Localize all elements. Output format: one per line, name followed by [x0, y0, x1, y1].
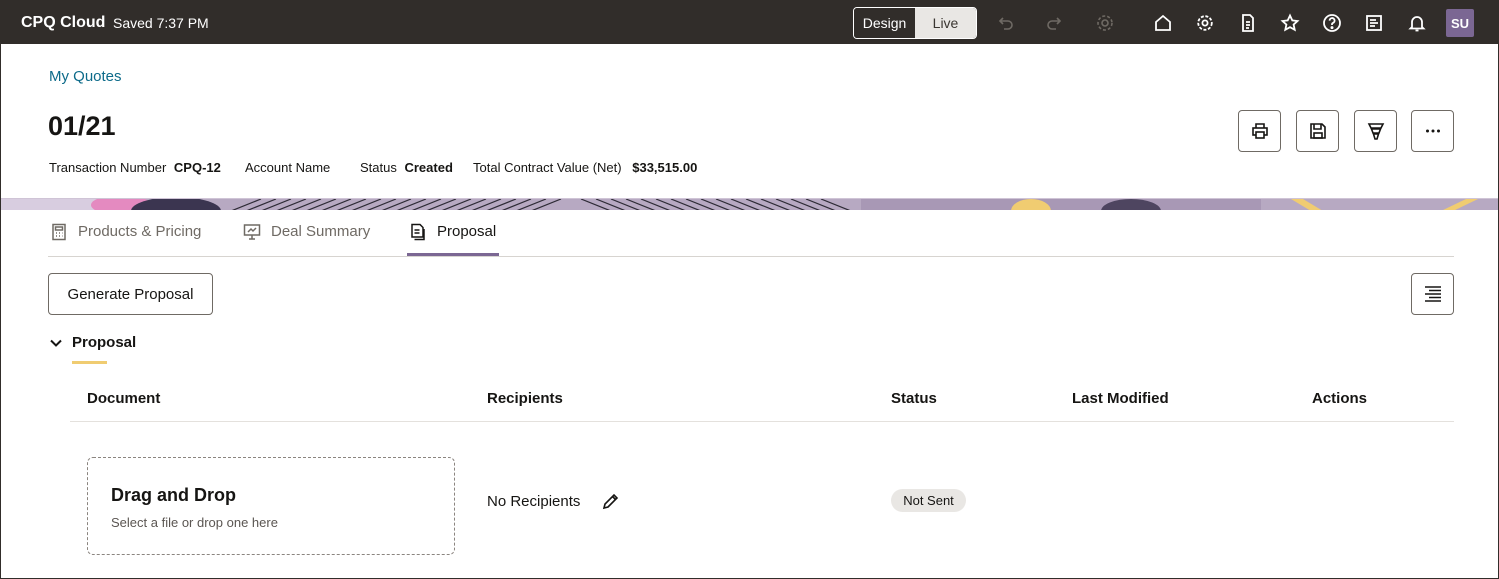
align-button[interactable] [1411, 273, 1454, 315]
total-value-value: $33,515.00 [632, 160, 698, 175]
status-label: Status [360, 160, 397, 175]
report-icon[interactable] [1363, 12, 1385, 34]
settings-disabled-icon[interactable] [1094, 12, 1116, 34]
home-icon[interactable] [1152, 12, 1174, 34]
more-icon [1425, 129, 1440, 133]
account-name-label: Account Name [245, 160, 331, 175]
total-value-label: Total Contract Value (Net) [473, 160, 622, 175]
transaction-number-label: Transaction Number [49, 160, 167, 175]
avatar[interactable]: SU [1446, 9, 1474, 37]
edit-recipients-icon[interactable] [600, 490, 622, 512]
file-dropzone[interactable]: Drag and Drop Select a file or drop one … [87, 457, 455, 555]
redo-icon[interactable] [1044, 12, 1066, 34]
column-header-document: Document [87, 390, 161, 407]
print-button[interactable] [1238, 110, 1281, 152]
table-header-divider [70, 421, 1454, 422]
column-header-status: Status [891, 390, 937, 407]
document-icon[interactable] [1237, 12, 1259, 34]
presentation-icon [243, 224, 261, 240]
funnel-button[interactable] [1354, 110, 1397, 152]
bell-icon[interactable] [1406, 12, 1428, 34]
active-tab-indicator [407, 253, 499, 256]
tab-proposal[interactable]: Proposal [409, 220, 496, 256]
transaction-number: Transaction Number CPQ-12 [49, 160, 221, 175]
saved-status: Saved 7:37 PM [113, 15, 209, 31]
tabs-divider [48, 256, 1454, 257]
status-value: Created [404, 160, 453, 175]
transaction-number-value: CPQ-12 [173, 160, 221, 175]
breadcrumb-my-quotes[interactable]: My Quotes [49, 68, 122, 85]
top-bar: CPQ Cloud Saved 7:37 PM Design Live SU [1, 1, 1498, 44]
decorative-banner [1, 198, 1498, 210]
mode-toggle: Design Live [853, 7, 977, 39]
app-title: CPQ Cloud [21, 14, 106, 31]
save-button[interactable] [1296, 110, 1339, 152]
app-frame: CPQ Cloud Saved 7:37 PM Design Live SU M… [0, 0, 1499, 579]
tab-label: Proposal [437, 223, 497, 240]
section-title: Proposal [72, 334, 137, 351]
dropzone-title: Drag and Drop [111, 485, 237, 505]
design-mode-button[interactable]: Design [854, 8, 915, 38]
column-header-recipients: Recipients [487, 390, 563, 407]
print-icon [1251, 123, 1268, 139]
document-icon [411, 223, 425, 241]
save-icon [1309, 123, 1326, 139]
section-header-proposal[interactable]: Proposal [48, 334, 136, 351]
status-badge: Not Sent [891, 489, 966, 512]
tab-products-pricing[interactable]: Products & Pricing [50, 220, 201, 256]
column-header-actions: Actions [1312, 390, 1368, 407]
funnel-icon [1367, 123, 1384, 140]
help-icon[interactable] [1321, 12, 1343, 34]
more-actions-button[interactable] [1411, 110, 1454, 152]
page-title: 01/21 [48, 111, 116, 141]
undo-icon[interactable] [994, 12, 1016, 34]
section-accent [72, 361, 107, 364]
status: Status Created [360, 160, 453, 175]
live-mode-button[interactable]: Live [915, 8, 976, 38]
generate-proposal-button[interactable]: Generate Proposal [48, 273, 213, 315]
tab-label: Deal Summary [271, 223, 371, 240]
tab-deal-summary[interactable]: Deal Summary [243, 220, 370, 256]
total-contract-value: Total Contract Value (Net) $33,515.00 [473, 160, 697, 175]
dropzone-subtitle: Select a file or drop one here [111, 515, 278, 530]
chevron-down-icon [50, 339, 62, 347]
star-icon[interactable] [1279, 12, 1301, 34]
tab-label: Products & Pricing [78, 223, 202, 240]
calculator-icon [52, 223, 66, 241]
account-name: Account Name [245, 160, 330, 175]
recipients-value: No Recipients [487, 493, 581, 510]
gear-icon[interactable] [1194, 12, 1216, 34]
column-header-last-modified: Last Modified [1072, 390, 1169, 407]
text-align-icon [1424, 286, 1441, 302]
